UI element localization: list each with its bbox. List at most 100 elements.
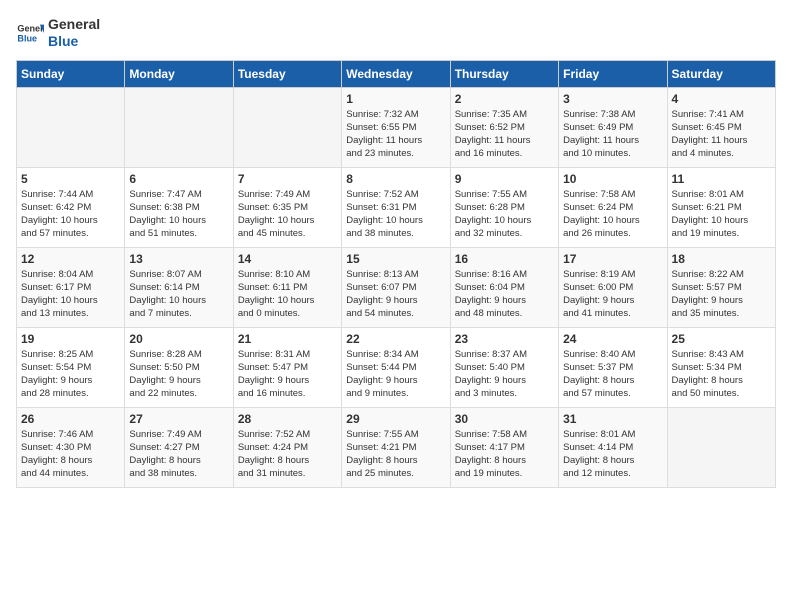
logo: General Blue General Blue bbox=[16, 16, 100, 50]
day-number: 26 bbox=[21, 412, 120, 426]
day-cell-5: 5Sunrise: 7:44 AM Sunset: 6:42 PM Daylig… bbox=[17, 167, 125, 247]
day-cell-12: 12 Sunrise: 8:04 AM Sunset: 6:17 PM Dayli… bbox=[17, 247, 125, 327]
day-cell-18: 18 Sunrise: 8:22 AM Sunset: 5:57 PM Dayli… bbox=[667, 247, 775, 327]
day-cell-15: 15 Sunrise: 8:13 AM Sunset: 6:07 PM Dayli… bbox=[342, 247, 450, 327]
day-number: 3 bbox=[563, 92, 662, 106]
day-content: Sunrise: 8:01 AM Sunset: 6:21 PM Dayligh… bbox=[672, 188, 771, 241]
day-number: 17 bbox=[563, 252, 662, 266]
day-cell-23: 23 Sunrise: 8:37 AM Sunset: 5:40 PM Dayli… bbox=[450, 327, 558, 407]
day-number: 20 bbox=[129, 332, 228, 346]
logo-text-blue: Blue bbox=[48, 33, 100, 50]
day-content: Sunrise: 7:52 AM Sunset: 4:24 PM Dayligh… bbox=[238, 428, 337, 481]
day-number: 24 bbox=[563, 332, 662, 346]
day-content: Sunrise: 8:13 AM Sunset: 6:07 PM Dayligh… bbox=[346, 268, 445, 321]
day-number: 8 bbox=[346, 172, 445, 186]
day-content: Sunrise: 7:38 AM Sunset: 6:49 PM Dayligh… bbox=[563, 108, 662, 161]
day-cell-17: 17 Sunrise: 8:19 AM Sunset: 6:00 PM Dayli… bbox=[559, 247, 667, 327]
day-number: 31 bbox=[563, 412, 662, 426]
day-number: 11 bbox=[672, 172, 771, 186]
day-number: 10 bbox=[563, 172, 662, 186]
day-cell-14: 14 Sunrise: 8:10 AM Sunset: 6:11 PM Dayli… bbox=[233, 247, 341, 327]
day-cell-3: 3 Sunrise: 7:38 AM Sunset: 6:49 PM Daylig… bbox=[559, 87, 667, 167]
day-content: Sunrise: 8:31 AM Sunset: 5:47 PM Dayligh… bbox=[238, 348, 337, 401]
header-cell-wednesday: Wednesday bbox=[342, 60, 450, 87]
day-content: Sunrise: 7:58 AM Sunset: 6:24 PM Dayligh… bbox=[563, 188, 662, 241]
day-content: Sunrise: 7:32 AM Sunset: 6:55 PM Dayligh… bbox=[346, 108, 445, 161]
header-cell-tuesday: Tuesday bbox=[233, 60, 341, 87]
day-number: 18 bbox=[672, 252, 771, 266]
day-content: Sunrise: 8:25 AM Sunset: 5:54 PM Dayligh… bbox=[21, 348, 120, 401]
day-cell-20: 20 Sunrise: 8:28 AM Sunset: 5:50 PM Dayli… bbox=[125, 327, 233, 407]
day-number: 12 bbox=[21, 252, 120, 266]
day-content: Sunrise: 8:37 AM Sunset: 5:40 PM Dayligh… bbox=[455, 348, 554, 401]
day-cell-9: 9 Sunrise: 7:55 AM Sunset: 6:28 PM Daylig… bbox=[450, 167, 558, 247]
day-number: 23 bbox=[455, 332, 554, 346]
day-content: Sunrise: 7:35 AM Sunset: 6:52 PM Dayligh… bbox=[455, 108, 554, 161]
day-number: 22 bbox=[346, 332, 445, 346]
day-content: Sunrise: 8:34 AM Sunset: 5:44 PM Dayligh… bbox=[346, 348, 445, 401]
day-cell-4: 4Sunrise: 7:41 AM Sunset: 6:45 PM Daylig… bbox=[667, 87, 775, 167]
day-content: Sunrise: 8:40 AM Sunset: 5:37 PM Dayligh… bbox=[563, 348, 662, 401]
day-content: Sunrise: 7:55 AM Sunset: 4:21 PM Dayligh… bbox=[346, 428, 445, 481]
day-content: Sunrise: 8:07 AM Sunset: 6:14 PM Dayligh… bbox=[129, 268, 228, 321]
day-cell-26: 26 Sunrise: 7:46 AM Sunset: 4:30 PM Dayli… bbox=[17, 407, 125, 487]
day-content: Sunrise: 8:04 AM Sunset: 6:17 PM Dayligh… bbox=[21, 268, 120, 321]
day-number: 15 bbox=[346, 252, 445, 266]
day-cell-22: 22 Sunrise: 8:34 AM Sunset: 5:44 PM Dayli… bbox=[342, 327, 450, 407]
day-number: 14 bbox=[238, 252, 337, 266]
day-number: 9 bbox=[455, 172, 554, 186]
day-cell-1: 1 Sunrise: 7:32 AM Sunset: 6:55 PM Daylig… bbox=[342, 87, 450, 167]
day-cell-27: 27Sunrise: 7:49 AM Sunset: 4:27 PM Dayli… bbox=[125, 407, 233, 487]
day-number: 7 bbox=[238, 172, 337, 186]
empty-cell bbox=[125, 87, 233, 167]
day-number: 5 bbox=[21, 172, 120, 186]
day-cell-13: 13Sunrise: 8:07 AM Sunset: 6:14 PM Dayli… bbox=[125, 247, 233, 327]
day-content: Sunrise: 7:49 AM Sunset: 4:27 PM Dayligh… bbox=[129, 428, 228, 481]
day-cell-29: 29Sunrise: 7:55 AM Sunset: 4:21 PM Dayli… bbox=[342, 407, 450, 487]
svg-text:Blue: Blue bbox=[17, 33, 37, 43]
day-content: Sunrise: 8:19 AM Sunset: 6:00 PM Dayligh… bbox=[563, 268, 662, 321]
day-cell-30: 30 Sunrise: 7:58 AM Sunset: 4:17 PM Dayli… bbox=[450, 407, 558, 487]
day-content: Sunrise: 7:58 AM Sunset: 4:17 PM Dayligh… bbox=[455, 428, 554, 481]
day-content: Sunrise: 8:22 AM Sunset: 5:57 PM Dayligh… bbox=[672, 268, 771, 321]
day-cell-16: 16 Sunrise: 8:16 AM Sunset: 6:04 PM Dayli… bbox=[450, 247, 558, 327]
week-row-3: 12 Sunrise: 8:04 AM Sunset: 6:17 PM Dayli… bbox=[17, 247, 776, 327]
week-row-2: 5Sunrise: 7:44 AM Sunset: 6:42 PM Daylig… bbox=[17, 167, 776, 247]
day-number: 21 bbox=[238, 332, 337, 346]
day-content: Sunrise: 7:55 AM Sunset: 6:28 PM Dayligh… bbox=[455, 188, 554, 241]
day-content: Sunrise: 8:16 AM Sunset: 6:04 PM Dayligh… bbox=[455, 268, 554, 321]
day-number: 6 bbox=[129, 172, 228, 186]
day-number: 16 bbox=[455, 252, 554, 266]
day-content: Sunrise: 7:46 AM Sunset: 4:30 PM Dayligh… bbox=[21, 428, 120, 481]
header-row: SundayMondayTuesdayWednesdayThursdayFrid… bbox=[17, 60, 776, 87]
header-cell-saturday: Saturday bbox=[667, 60, 775, 87]
day-cell-10: 10 Sunrise: 7:58 AM Sunset: 6:24 PM Dayli… bbox=[559, 167, 667, 247]
day-number: 30 bbox=[455, 412, 554, 426]
day-cell-2: 2Sunrise: 7:35 AM Sunset: 6:52 PM Daylig… bbox=[450, 87, 558, 167]
day-content: Sunrise: 8:01 AM Sunset: 4:14 PM Dayligh… bbox=[563, 428, 662, 481]
header-cell-thursday: Thursday bbox=[450, 60, 558, 87]
header-cell-monday: Monday bbox=[125, 60, 233, 87]
page-header: General Blue General Blue bbox=[16, 16, 776, 50]
day-cell-11: 11 Sunrise: 8:01 AM Sunset: 6:21 PM Dayli… bbox=[667, 167, 775, 247]
calendar-body: 1 Sunrise: 7:32 AM Sunset: 6:55 PM Daylig… bbox=[17, 87, 776, 487]
day-content: Sunrise: 8:10 AM Sunset: 6:11 PM Dayligh… bbox=[238, 268, 337, 321]
day-number: 19 bbox=[21, 332, 120, 346]
day-content: Sunrise: 8:28 AM Sunset: 5:50 PM Dayligh… bbox=[129, 348, 228, 401]
day-cell-7: 7Sunrise: 7:49 AM Sunset: 6:35 PM Daylig… bbox=[233, 167, 341, 247]
day-cell-25: 25Sunrise: 8:43 AM Sunset: 5:34 PM Dayli… bbox=[667, 327, 775, 407]
day-cell-8: 8 Sunrise: 7:52 AM Sunset: 6:31 PM Daylig… bbox=[342, 167, 450, 247]
empty-cell bbox=[667, 407, 775, 487]
calendar-header: SundayMondayTuesdayWednesdayThursdayFrid… bbox=[17, 60, 776, 87]
day-cell-19: 19 Sunrise: 8:25 AM Sunset: 5:54 PM Dayli… bbox=[17, 327, 125, 407]
week-row-5: 26 Sunrise: 7:46 AM Sunset: 4:30 PM Dayli… bbox=[17, 407, 776, 487]
header-cell-sunday: Sunday bbox=[17, 60, 125, 87]
header-cell-friday: Friday bbox=[559, 60, 667, 87]
day-cell-6: 6Sunrise: 7:47 AM Sunset: 6:38 PM Daylig… bbox=[125, 167, 233, 247]
day-number: 1 bbox=[346, 92, 445, 106]
day-cell-21: 21 Sunrise: 8:31 AM Sunset: 5:47 PM Dayli… bbox=[233, 327, 341, 407]
day-cell-31: 31 Sunrise: 8:01 AM Sunset: 4:14 PM Dayli… bbox=[559, 407, 667, 487]
day-number: 28 bbox=[238, 412, 337, 426]
week-row-4: 19 Sunrise: 8:25 AM Sunset: 5:54 PM Dayli… bbox=[17, 327, 776, 407]
day-content: Sunrise: 7:52 AM Sunset: 6:31 PM Dayligh… bbox=[346, 188, 445, 241]
